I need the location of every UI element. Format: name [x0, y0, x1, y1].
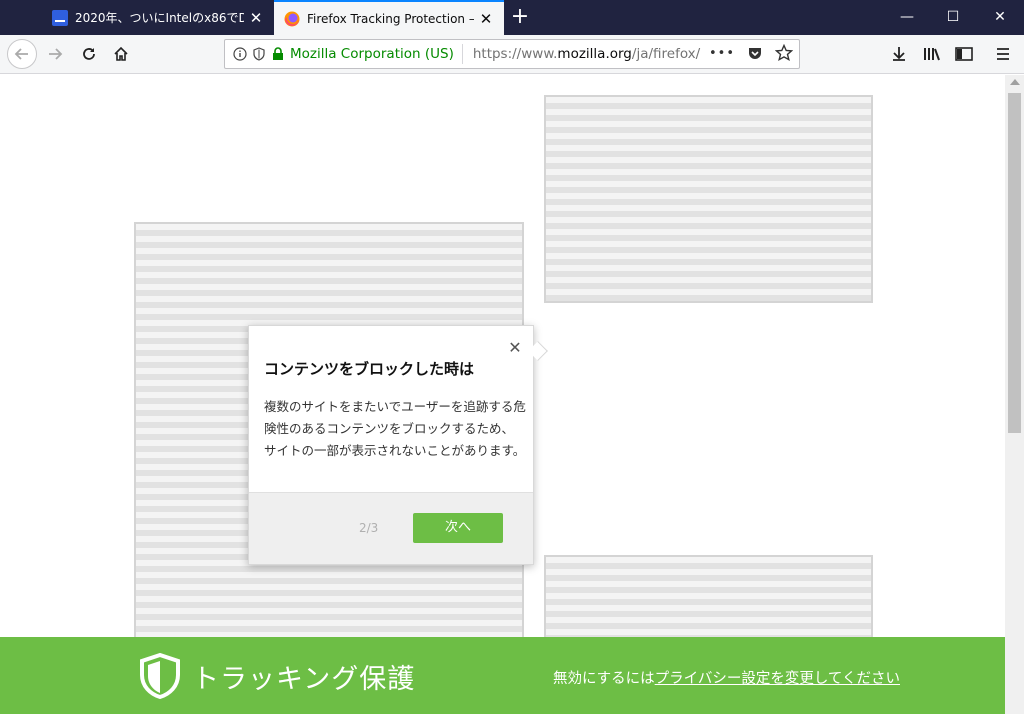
downloads-button[interactable] [884, 39, 914, 69]
shield-icon [140, 653, 180, 699]
tracking-protection-tour-popup: ✕ コンテンツをブロックした時は 複数のサイトをまたいでユーザーを追跡する危険性… [248, 325, 548, 565]
back-arrow-icon [14, 48, 28, 60]
navigation-toolbar: Mozilla Corporation (US) https://www.moz… [0, 35, 1024, 74]
hamburger-menu-icon [997, 48, 1009, 60]
lock-icon [273, 47, 283, 60]
reload-button[interactable] [74, 39, 104, 69]
tracking-shield-icon[interactable] [252, 47, 266, 61]
tab-bar: 2020年、ついにIntelのx86でDOSが ✕ Firefox Tracki… [0, 0, 1024, 35]
minimize-button[interactable]: — [884, 0, 930, 35]
menu-button[interactable] [988, 39, 1018, 69]
identity-box[interactable]: Mozilla Corporation (US) [225, 44, 463, 64]
url-host: mozilla.org [557, 46, 632, 62]
site-favicon-icon [52, 9, 68, 26]
blocked-content-placeholder [544, 95, 873, 303]
download-icon [893, 47, 905, 61]
new-tab-button[interactable]: + [506, 4, 534, 32]
step-indicator: 2/3 [359, 521, 379, 535]
info-icon[interactable] [233, 47, 247, 61]
pocket-icon[interactable] [747, 45, 763, 61]
privacy-settings-link[interactable]: プライバシー設定を変更してください [655, 671, 900, 687]
tab-title: Firefox Tracking Protection — M [307, 11, 474, 26]
tab-firefox-tracking[interactable]: Firefox Tracking Protection — M ✕ [274, 0, 504, 35]
popup-description: 複数のサイトをまたいでユーザーを追跡する危険性のあるコンテンツをブロックするため… [264, 399, 526, 458]
reload-icon [83, 48, 95, 60]
tab-gigazine[interactable]: 2020年、ついにIntelのx86でDOSが ✕ [42, 0, 274, 35]
close-icon[interactable]: ✕ [478, 11, 494, 27]
forward-arrow-icon [49, 48, 63, 60]
tab-title: 2020年、ついにIntelのx86でDOSが [75, 11, 244, 25]
banner-text-prefix: 無効にするには [553, 671, 655, 687]
tracking-protection-banner: トラッキング保護 無効にするにはプライバシー設定を変更してください [0, 637, 1005, 714]
sidebar-button[interactable] [949, 39, 979, 69]
url-bar[interactable]: Mozilla Corporation (US) https://www.moz… [224, 39, 800, 69]
url-prefix: https://www. [472, 46, 558, 62]
banner-text: 無効にするにはプライバシー設定を変更してください [553, 667, 900, 688]
forward-button[interactable] [40, 39, 70, 69]
home-button[interactable] [106, 39, 136, 69]
window-close-button[interactable]: ✕ [977, 0, 1023, 35]
library-button[interactable] [917, 39, 947, 69]
page-actions-menu-icon[interactable]: ••• [709, 46, 735, 61]
vertical-scrollbar[interactable] [1005, 75, 1024, 714]
banner-title: トラッキング保護 [192, 664, 416, 695]
sidebar-icon [955, 47, 973, 61]
close-icon[interactable]: ✕ [507, 340, 523, 356]
scroll-thumb[interactable] [1008, 93, 1021, 433]
browser-window: 2020年、ついにIntelのx86でDOSが ✕ Firefox Tracki… [0, 0, 1024, 714]
firefox-icon [284, 11, 300, 26]
page-actions: ••• [709, 44, 793, 62]
close-icon[interactable]: ✕ [248, 10, 264, 26]
popup-footer: 2/3 次へ [249, 492, 533, 564]
popup-title: コンテンツをブロックした時は [264, 360, 475, 378]
url-text[interactable]: https://www.mozilla.org/ja/firefox/ [473, 46, 703, 62]
maximize-button[interactable]: ☐ [930, 0, 976, 35]
next-button[interactable]: 次へ [413, 513, 503, 543]
page-content: ✕ コンテンツをブロックした時は 複数のサイトをまたいでユーザーを追跡する危険性… [0, 75, 1005, 714]
popup-arrow [528, 341, 548, 361]
organization-name: Mozilla Corporation (US) [290, 46, 454, 62]
url-path: /ja/firefox/ [631, 46, 701, 62]
home-icon [114, 46, 128, 61]
back-button[interactable] [7, 39, 37, 69]
bookmark-star-icon[interactable] [775, 44, 793, 62]
library-icon [924, 48, 940, 61]
scroll-up-arrow-icon[interactable] [1010, 79, 1020, 85]
